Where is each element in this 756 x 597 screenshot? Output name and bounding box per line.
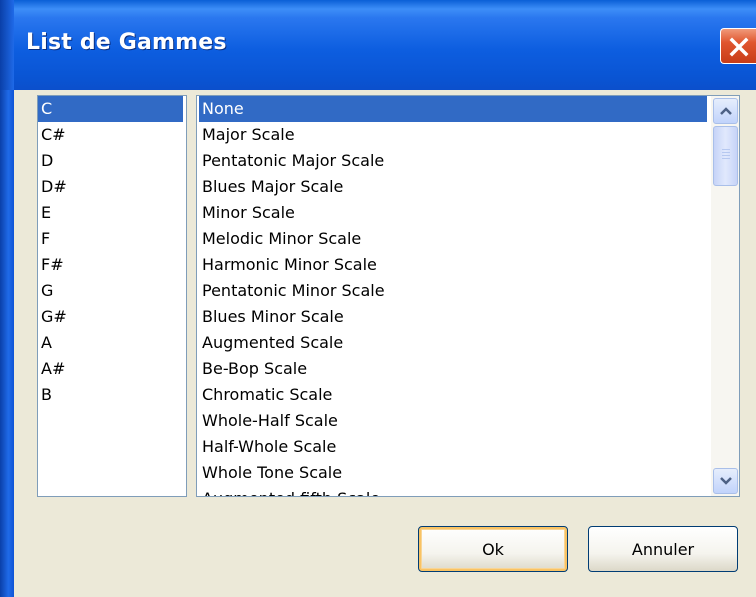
scale-item[interactable]: None	[199, 96, 707, 122]
scale-item[interactable]: Augmented Scale	[199, 330, 707, 356]
scale-item[interactable]: Pentatonic Major Scale	[199, 148, 707, 174]
scale-item[interactable]: Whole-Half Scale	[199, 408, 707, 434]
scale-item[interactable]: Chromatic Scale	[199, 382, 707, 408]
chevron-down-icon	[720, 477, 732, 485]
scale-item[interactable]: Augmented fifth Scale	[199, 486, 707, 496]
note-item[interactable]: F	[38, 226, 183, 252]
close-button[interactable]	[720, 28, 756, 64]
note-item[interactable]: A#	[38, 356, 183, 382]
note-item[interactable]: B	[38, 382, 183, 408]
note-item[interactable]: D#	[38, 174, 183, 200]
scale-item[interactable]: Minor Scale	[199, 200, 707, 226]
scale-listbox[interactable]: None Major Scale Pentatonic Major Scale …	[196, 95, 740, 497]
scale-item[interactable]: Pentatonic Minor Scale	[199, 278, 707, 304]
title-bar[interactable]: List de Gammes	[0, 0, 756, 90]
scale-item[interactable]: Half-Whole Scale	[199, 434, 707, 460]
ok-button[interactable]: Ok	[418, 526, 568, 572]
scale-scrollbar[interactable]	[711, 96, 739, 496]
note-item[interactable]: F#	[38, 252, 183, 278]
window-frame-edge	[0, 0, 14, 90]
note-listbox[interactable]: C C# D D# E F F# G G# A A# B	[37, 95, 187, 497]
window-frame-left	[0, 90, 14, 597]
scroll-down-button[interactable]	[713, 468, 738, 494]
note-item[interactable]: G	[38, 278, 183, 304]
scroll-thumb[interactable]	[713, 126, 738, 186]
window-title: List de Gammes	[26, 30, 227, 55]
scale-items: None Major Scale Pentatonic Major Scale …	[199, 96, 707, 496]
scale-item[interactable]: Be-Bop Scale	[199, 356, 707, 382]
note-item[interactable]: E	[38, 200, 183, 226]
chevron-up-icon	[720, 107, 732, 115]
scale-item[interactable]: Major Scale	[199, 122, 707, 148]
scale-item[interactable]: Blues Minor Scale	[199, 304, 707, 330]
note-item[interactable]: G#	[38, 304, 183, 330]
scale-item[interactable]: Whole Tone Scale	[199, 460, 707, 486]
scale-item[interactable]: Blues Major Scale	[199, 174, 707, 200]
note-item[interactable]: A	[38, 330, 183, 356]
scroll-up-button[interactable]	[713, 98, 738, 124]
note-item[interactable]: C	[38, 96, 183, 122]
note-item[interactable]: C#	[38, 122, 183, 148]
note-item[interactable]: D	[38, 148, 183, 174]
close-icon	[729, 37, 749, 57]
cancel-button[interactable]: Annuler	[588, 526, 738, 572]
scale-item[interactable]: Melodic Minor Scale	[199, 226, 707, 252]
grip-icon	[722, 149, 730, 161]
scale-item[interactable]: Harmonic Minor Scale	[199, 252, 707, 278]
